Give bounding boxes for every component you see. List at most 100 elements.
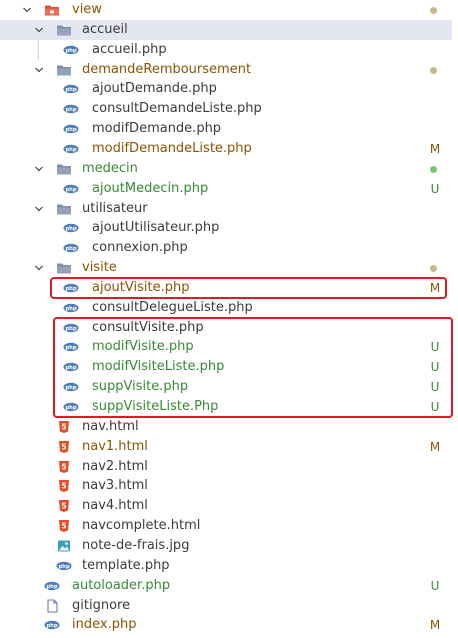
chevron-down-icon[interactable]	[34, 65, 44, 75]
file-row[interactable]: php modifDemande.php	[0, 119, 452, 139]
svg-text:php: php	[65, 306, 76, 312]
svg-text:php: php	[65, 107, 76, 113]
file-label: autoloader.php	[72, 577, 171, 593]
git-status-dot	[430, 165, 437, 173]
svg-text:5: 5	[61, 462, 66, 471]
file-row[interactable]: 5 nav4.html	[0, 496, 452, 516]
svg-text:php: php	[58, 564, 69, 570]
image-file-icon	[56, 539, 72, 553]
file-row[interactable]: php ajoutUtilisateur.php	[0, 218, 452, 238]
svg-text:5: 5	[61, 442, 66, 451]
html5-file-icon: 5	[56, 440, 72, 454]
git-status-dot	[430, 66, 437, 74]
file-row[interactable]: php index.php M	[0, 615, 452, 635]
svg-text:5: 5	[61, 422, 66, 431]
html5-file-icon: 5	[56, 499, 72, 513]
php-file-icon: php	[63, 102, 79, 116]
php-file-icon: php	[63, 122, 79, 136]
file-row[interactable]: php connexion.php	[0, 238, 452, 258]
php-file-icon: php	[63, 182, 79, 196]
svg-text:5: 5	[61, 482, 66, 491]
file-label: template.php	[82, 557, 170, 573]
file-label: note-de-frais.jpg	[82, 537, 190, 553]
git-untracked-badge: U	[430, 578, 440, 593]
svg-text:php: php	[65, 48, 76, 54]
file-row[interactable]: php ajoutDemande.php	[0, 79, 452, 99]
svg-text:5: 5	[61, 502, 66, 511]
file-label: modifDemande.php	[92, 121, 222, 137]
folder-label: view	[72, 2, 102, 17]
folder-label: medecin	[82, 160, 138, 176]
php-file-icon: php	[44, 579, 60, 593]
folder-row[interactable]: view	[0, 0, 452, 20]
php-file-icon: php	[63, 142, 79, 156]
file-row[interactable]: note-de-frais.jpg	[0, 536, 452, 556]
git-status-dot	[430, 7, 437, 14]
git-modified-badge: M	[429, 439, 441, 454]
folder-label: utilisateur	[82, 200, 148, 216]
svg-text:php: php	[65, 147, 76, 153]
php-file-icon: php	[63, 43, 79, 57]
file-row[interactable]: 5 nav2.html	[0, 457, 452, 477]
folder-icon	[56, 63, 72, 77]
file-label: accueil.php	[92, 41, 167, 57]
file-label: nav1.html	[82, 438, 148, 454]
svg-text:php: php	[65, 187, 76, 193]
file-label: nav.html	[82, 418, 139, 434]
html5-file-icon: 5	[56, 460, 72, 474]
file-row[interactable]: php template.php	[0, 556, 452, 576]
view-folder-icon	[44, 3, 60, 17]
file-row[interactable]: php modifDemandeListe.php M	[0, 139, 452, 159]
file-row[interactable]: php autoloader.php U	[0, 576, 452, 596]
file-label: ajoutDemande.php	[92, 81, 217, 97]
folder-row[interactable]: visite	[0, 258, 452, 278]
file-row[interactable]: php accueil.php	[0, 40, 452, 60]
folder-row[interactable]: accueil	[0, 19, 452, 40]
svg-text:php: php	[65, 127, 76, 133]
file-row[interactable]: php consultDelegueListe.php	[0, 298, 452, 318]
php-file-icon: php	[63, 82, 79, 96]
folder-label: demandeRemboursement	[82, 61, 252, 77]
svg-text:5: 5	[61, 522, 66, 531]
file-label: index.php	[72, 617, 137, 633]
folder-row[interactable]: utilisateur	[0, 199, 452, 219]
file-label: navcomplete.html	[82, 518, 201, 534]
php-file-icon: php	[56, 559, 72, 573]
folder-icon	[56, 23, 72, 37]
file-label: nav2.html	[82, 458, 148, 474]
folder-icon	[56, 202, 72, 216]
file-label: gitignore	[72, 597, 131, 613]
svg-text:php: php	[65, 226, 76, 232]
folder-icon	[56, 261, 72, 275]
highlight-box	[50, 276, 447, 299]
html5-file-icon: 5	[56, 479, 72, 493]
explorer-tree: view accueil php accueil.php demandeRembours…	[0, 0, 458, 638]
chevron-down-icon[interactable]	[34, 25, 44, 35]
php-file-icon: php	[63, 241, 79, 255]
file-label: consultDemandeListe.php	[92, 101, 262, 117]
file-row[interactable]: php consultDemandeListe.php	[0, 99, 452, 119]
file-row[interactable]: php ajoutMedecin.php U	[0, 179, 452, 199]
html5-file-icon: 5	[56, 420, 72, 434]
file-row[interactable]: gitignore	[0, 596, 452, 616]
php-file-icon: php	[44, 618, 60, 632]
folder-row[interactable]: demandeRemboursement	[0, 60, 452, 80]
highlight-box	[53, 316, 453, 418]
file-label: consultDelegueListe.php	[92, 299, 253, 315]
chevron-down-icon[interactable]	[34, 263, 44, 273]
file-label: connexion.php	[92, 240, 188, 256]
svg-text:php: php	[46, 584, 57, 590]
file-row[interactable]: 5 navcomplete.html	[0, 516, 452, 536]
file-label: modifDemandeListe.php	[92, 140, 252, 156]
file-row[interactable]: 5 nav.html	[0, 417, 452, 437]
folder-label: visite	[82, 260, 117, 276]
file-row[interactable]: 5 nav3.html	[0, 476, 452, 496]
folder-row[interactable]: medecin	[0, 159, 452, 179]
file-label: ajoutMedecin.php	[92, 180, 209, 196]
file-row[interactable]: 5 nav1.html M	[0, 437, 452, 457]
chevron-down-icon[interactable]	[34, 164, 44, 174]
chevron-down-icon[interactable]	[22, 5, 32, 15]
php-file-icon: php	[63, 221, 79, 235]
file-label: nav4.html	[82, 498, 148, 514]
chevron-down-icon[interactable]	[34, 204, 44, 214]
